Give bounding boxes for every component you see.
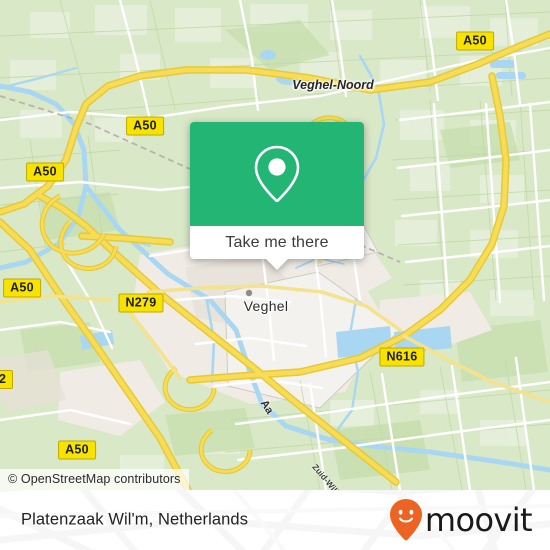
take-me-there-label: Take me there [225,233,329,251]
map-pin-icon [254,145,300,203]
moovit-wordmark: moovit [424,501,533,539]
footer-bar: Platenzaak Wil'm, Netherlands moovit [0,490,550,550]
popup-pointer-tail [266,259,288,270]
osm-attribution-text: © OpenStreetMap contributors [8,472,181,486]
take-me-there-button[interactable]: Take me there [190,226,364,259]
moovit-logo[interactable]: moovit [388,498,533,542]
page-title-text: Platenzaak Wil'm, Netherlands [21,510,249,529]
map-canvas[interactable]: Veghel-Noord Veghel Aa Zuid-Willemsvaart… [0,0,550,490]
page-title: Platenzaak Wil'm, Netherlands [21,511,248,530]
moovit-map-screenshot: Veghel-Noord Veghel Aa Zuid-Willemsvaart… [0,0,550,550]
popup-header [190,122,364,226]
moovit-smiley-pin-icon [389,499,422,541]
location-popup[interactable]: Take me there [190,122,364,270]
osm-attribution[interactable]: © OpenStreetMap contributors [0,469,189,490]
veghel-place-dot [245,289,253,297]
